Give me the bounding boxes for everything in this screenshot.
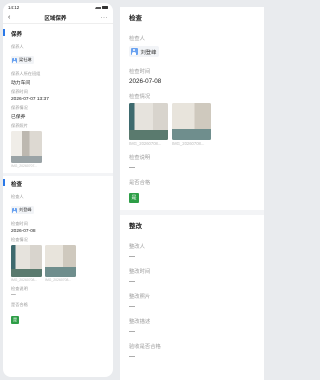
acceptance-value: —	[129, 354, 135, 360]
photo-image[interactable]	[11, 245, 42, 277]
panel-desc-label: 检查说明	[129, 155, 151, 161]
rectify-time-label: 整改时间	[129, 269, 151, 275]
panel-checker-chip: 刘登峰	[129, 46, 160, 57]
maintenance-photo-label: 保养照片	[11, 123, 28, 128]
section-divider	[3, 173, 113, 176]
panel-photos: IMG_20260708... IMG_20260708...	[120, 103, 264, 146]
panel-situation-label: 检查情况	[129, 94, 151, 100]
checker-label: 检查人	[11, 193, 24, 199]
panel-rectify-title: 整改	[129, 223, 142, 230]
maintenance-status-value: 已保养	[11, 114, 26, 120]
photo-filename: IMG_20260708...	[129, 141, 162, 146]
acceptance-label: 验收是否合格	[129, 344, 161, 350]
team-label: 保养人所在班组	[11, 71, 41, 76]
photo-image[interactable]	[129, 103, 168, 140]
rectify-desc-value: —	[129, 329, 135, 335]
maintainer-label: 保养人	[11, 43, 24, 49]
detail-panel: 检查 检查人 刘登峰 检查时间 2026-07-08 检查情况 IMG_2026…	[120, 7, 264, 380]
checker-name: 刘登峰	[19, 207, 32, 212]
page-title: 区域保养	[44, 15, 67, 22]
panel-time-label: 检查时间	[129, 69, 151, 75]
rectify-time-value: —	[129, 279, 135, 285]
signal-icon	[94, 6, 101, 9]
maintenance-section-title: 保养	[3, 28, 113, 40]
photo-thumbnail[interactable]: IMG_20260708...	[45, 245, 76, 282]
avatar-icon	[12, 207, 17, 213]
checker-chip: 刘登峰	[11, 206, 35, 214]
panel-time-value: 2026-07-08	[129, 78, 162, 85]
phone-view: 14:12 ‹ 区域保养 ··· 保养 保养人 梁社琳 保养人所在班组 动力车间…	[3, 3, 113, 377]
rectify-photo-label: 整改照片	[129, 294, 151, 300]
maintainer-name: 梁社琳	[19, 57, 32, 62]
status-time: 14:12	[8, 5, 20, 10]
battery-icon	[102, 6, 108, 9]
status-icons	[94, 6, 108, 9]
panel-desc-value: —	[129, 165, 135, 171]
panel-checker-name: 刘登峰	[140, 49, 157, 56]
pass-label: 是否合格	[11, 301, 28, 307]
photo-filename: IMG_20260708...	[11, 278, 38, 282]
inspection-desc-label: 检查说明	[11, 285, 28, 291]
maintenance-status-label: 保养情况	[11, 105, 28, 110]
rectifier-label: 整改人	[129, 244, 145, 250]
status-bar: 14:12	[3, 3, 113, 12]
photo-image[interactable]	[172, 103, 211, 140]
team-value: 动力车间	[11, 80, 31, 86]
avatar-icon	[130, 48, 138, 55]
inspection-desc-value: —	[11, 293, 16, 298]
maintenance-time-label: 保养时间	[11, 89, 28, 94]
panel-pass-badge: 是	[129, 192, 140, 203]
photo-image[interactable]	[45, 245, 76, 277]
maintenance-photos: IMG_20260707...	[3, 131, 113, 168]
maintainer-chip: 梁社琳	[11, 56, 35, 64]
inspection-section-title: 检查	[3, 178, 113, 190]
photo-thumbnail[interactable]: IMG_20260708...	[129, 103, 168, 146]
back-arrow-icon[interactable]: ‹	[8, 14, 10, 21]
rectify-desc-label: 整改描述	[129, 319, 151, 325]
rectify-photo-value: —	[129, 304, 135, 310]
avatar-icon	[12, 57, 17, 63]
nav-bar: ‹ 区域保养 ···	[3, 12, 113, 24]
panel-checker-label: 检查人	[129, 36, 145, 42]
photo-filename: IMG_20260708...	[45, 278, 72, 282]
maintenance-time-value: 2026-07-07 13:37	[11, 96, 49, 102]
photo-thumbnail[interactable]: IMG_20260707...	[11, 131, 42, 168]
screen: 14:12 ‹ 区域保养 ··· 保养 保养人 梁社琳 保养人所在班组 动力车间…	[0, 0, 268, 380]
photo-filename: IMG_20260708...	[172, 141, 205, 146]
photo-thumbnail[interactable]: IMG_20260708...	[11, 245, 42, 282]
panel-pass-label: 是否合格	[129, 180, 151, 186]
inspection-situation-label: 检查情况	[11, 237, 28, 242]
pass-badge: 是	[11, 315, 20, 324]
panel-inspection-title: 检查	[129, 15, 142, 22]
phone-content: 保养 保养人 梁社琳 保养人所在班组 动力车间 保养时间 2026-07-07 …	[3, 24, 113, 326]
photo-filename: IMG_20260707...	[11, 164, 38, 168]
inspection-time-label: 检查时间	[11, 221, 28, 226]
rectifier-value: —	[129, 254, 135, 260]
inspection-time-value: 2026-07-08	[11, 228, 36, 234]
photo-thumbnail[interactable]: IMG_20260708...	[172, 103, 211, 146]
photo-image[interactable]	[11, 131, 42, 163]
more-button[interactable]: ···	[100, 15, 108, 21]
inspection-photos: IMG_20260708... IMG_20260708...	[3, 245, 113, 282]
